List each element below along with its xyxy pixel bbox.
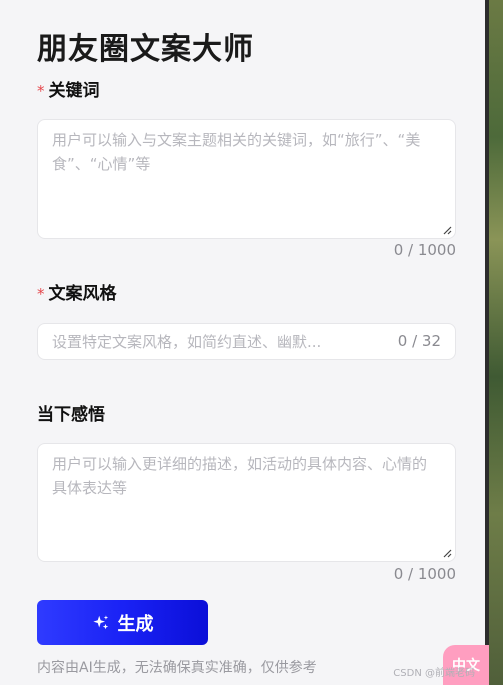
style-input[interactable] xyxy=(38,324,383,359)
generate-button[interactable]: 生成 xyxy=(37,600,208,645)
feeling-field xyxy=(37,443,456,562)
background-window-edge xyxy=(485,0,503,685)
generate-button-label: 生成 xyxy=(117,613,154,635)
page-title: 朋友圈文案大师 xyxy=(37,32,254,67)
form-panel: 朋友圈文案大师 *关键词 0 / 1000 *文案风格 0 / 32 当下感悟 … xyxy=(0,0,485,685)
feeling-label: 当下感悟 xyxy=(37,405,105,425)
ai-disclaimer: 内容由AI生成，无法确保真实准确，仅供参考 xyxy=(37,660,317,676)
keywords-label: * 关键词 xyxy=(37,76,100,101)
resize-handle-icon[interactable] xyxy=(442,548,452,558)
watermark: CSDN @前端老码 xyxy=(393,668,475,679)
keywords-textarea[interactable] xyxy=(38,120,455,238)
feeling-textarea[interactable] xyxy=(38,444,455,561)
style-field: 0 / 32 xyxy=(37,323,456,360)
style-label: * 文案风格 xyxy=(37,279,117,304)
keywords-field xyxy=(37,119,456,239)
style-counter: 0 / 32 xyxy=(397,332,441,350)
required-mark: * xyxy=(37,82,45,100)
style-label-text: 文案风格 xyxy=(48,284,117,304)
required-mark: * xyxy=(37,285,45,303)
keywords-counter: 0 / 1000 xyxy=(393,241,456,259)
feeling-counter: 0 / 1000 xyxy=(393,565,456,583)
resize-handle-icon[interactable] xyxy=(442,225,452,235)
keywords-label-text: 关键词 xyxy=(48,81,100,101)
sparkle-icon xyxy=(92,614,108,629)
